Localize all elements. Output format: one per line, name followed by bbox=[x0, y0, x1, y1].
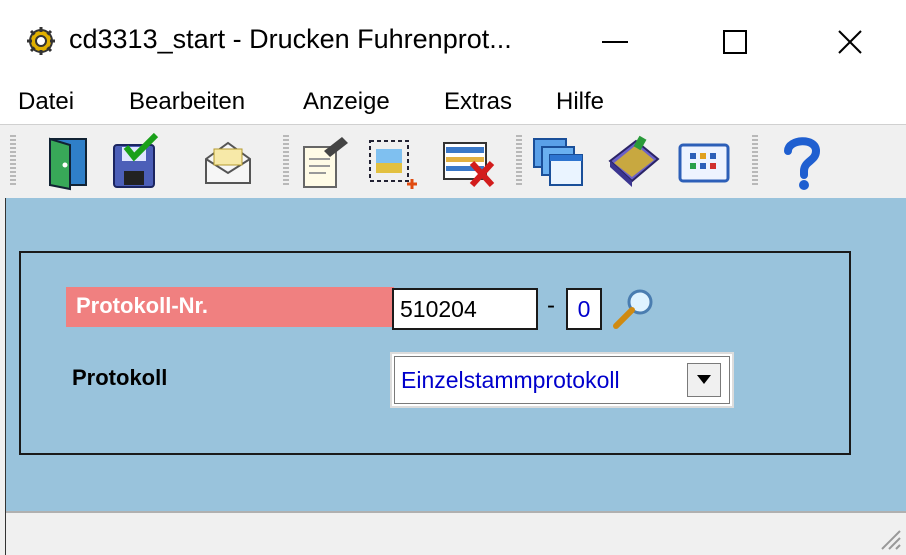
save-icon[interactable] bbox=[108, 133, 164, 191]
resize-grip-icon[interactable] bbox=[876, 525, 902, 551]
menu-hilfe[interactable]: Hilfe bbox=[556, 84, 604, 120]
minimize-icon bbox=[602, 41, 628, 43]
status-bar bbox=[6, 511, 906, 555]
windows-icon[interactable] bbox=[530, 133, 586, 191]
minimize-button[interactable] bbox=[580, 14, 650, 70]
protokoll-select[interactable]: Einzelstammprotokoll bbox=[390, 352, 734, 408]
toolbar-separator bbox=[283, 135, 289, 187]
protokoll-select-box: Einzelstammprotokoll bbox=[394, 356, 730, 404]
exit-door-icon[interactable] bbox=[40, 133, 96, 191]
protokoll-nr-label-text: Protokoll-Nr. bbox=[76, 293, 209, 318]
menu-extras[interactable]: Extras bbox=[444, 84, 512, 120]
menu-bar: Datei Bearbeiten Anzeige Extras Hilfe bbox=[0, 84, 906, 122]
search-icon[interactable] bbox=[610, 286, 658, 332]
menu-datei[interactable]: Datei bbox=[18, 84, 74, 120]
menu-bearbeiten[interactable]: Bearbeiten bbox=[129, 84, 245, 120]
toolbar-separator bbox=[516, 135, 522, 187]
protokoll-label: Protokoll bbox=[72, 365, 168, 390]
toolbar bbox=[0, 124, 906, 199]
new-record-icon[interactable] bbox=[362, 133, 418, 191]
delete-record-icon[interactable] bbox=[440, 133, 496, 191]
toolbar-grip[interactable] bbox=[10, 135, 16, 187]
protokoll-nr-separator: - bbox=[547, 292, 555, 319]
chevron-down-icon bbox=[697, 375, 711, 384]
edit-document-icon[interactable] bbox=[296, 133, 352, 191]
protokoll-nr-input[interactable]: 510204 bbox=[392, 288, 538, 330]
help-icon[interactable] bbox=[774, 133, 830, 191]
gear-icon bbox=[27, 27, 55, 55]
close-icon bbox=[838, 30, 862, 54]
toolbar-separator bbox=[752, 135, 758, 187]
book-icon[interactable] bbox=[606, 133, 662, 191]
maximize-button[interactable] bbox=[700, 14, 770, 70]
menu-anzeige[interactable]: Anzeige bbox=[303, 84, 390, 120]
window-title: cd3313_start - Drucken Fuhrenprot... bbox=[69, 24, 512, 54]
protokoll-nr-label: Protokoll-Nr. bbox=[66, 287, 394, 327]
protokoll-sub-input[interactable]: 0 bbox=[566, 288, 602, 330]
maximize-icon bbox=[723, 30, 747, 54]
dropdown-button[interactable] bbox=[687, 363, 721, 397]
protokoll-select-value: Einzelstammprotokoll bbox=[401, 367, 620, 393]
close-button[interactable] bbox=[815, 14, 885, 70]
mail-icon[interactable] bbox=[200, 133, 256, 191]
grid-view-icon[interactable] bbox=[676, 133, 732, 191]
title-bar: cd3313_start - Drucken Fuhrenprot... bbox=[0, 0, 906, 84]
